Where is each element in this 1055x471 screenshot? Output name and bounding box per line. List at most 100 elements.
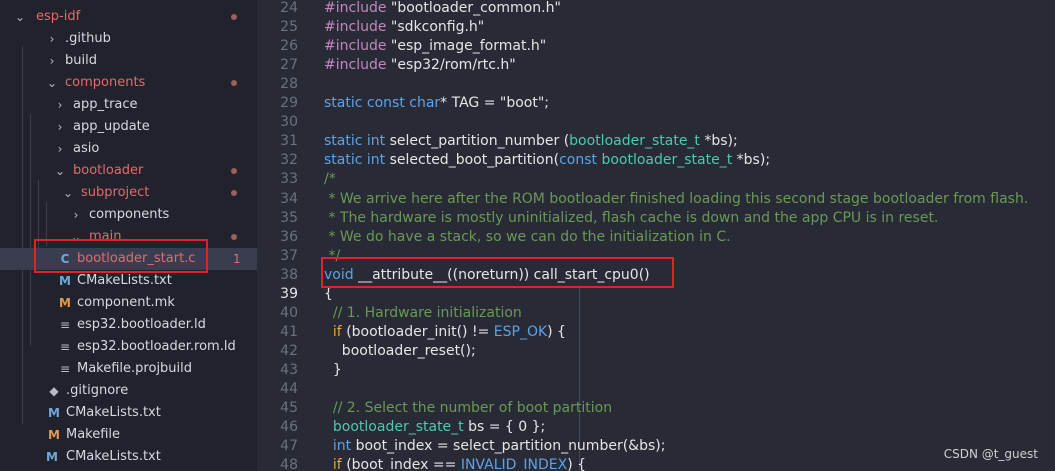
line-number: 35 xyxy=(280,209,298,226)
code-text: } xyxy=(324,361,342,380)
chevron-down-icon[interactable]: ⌄ xyxy=(46,72,58,94)
explorer-file-item[interactable]: ≡ esp32.bootloader.rom.ld xyxy=(0,336,257,358)
chevron-down-icon[interactable]: ⌄ xyxy=(14,6,26,28)
line-number: 42 xyxy=(280,342,298,359)
code-token: static int xyxy=(324,152,390,169)
code-token: "esp32/rom/rtc.h" xyxy=(390,57,516,74)
code-line[interactable]: 44 xyxy=(257,380,1055,399)
file-explorer: ⌄ esp-idf › .github › build ⌄ components › app_tr… xyxy=(0,0,257,471)
line-number: 25 xyxy=(280,19,298,36)
code-token: } xyxy=(324,361,342,378)
code-token: #include xyxy=(324,0,391,16)
code-line[interactable]: 32 static int selected_boot_partition(con… xyxy=(257,151,1055,170)
chevron-right-icon[interactable]: › xyxy=(54,116,66,138)
explorer-file-item[interactable]: M CMakeLists.txt xyxy=(0,402,257,424)
code-line[interactable]: 29 static const char* TAG = "boot"; xyxy=(257,94,1055,113)
explorer-folder-item[interactable]: ⌄ bootloader xyxy=(0,160,257,182)
explorer-item-label: bootloader xyxy=(73,163,144,178)
explorer-folder-item[interactable]: › app_update xyxy=(0,116,257,138)
code-line[interactable]: 27 #include "esp32/rom/rtc.h" xyxy=(257,56,1055,75)
explorer-item-label: components xyxy=(89,207,170,222)
line-number: 47 xyxy=(280,438,298,455)
explorer-file-item[interactable]: M CMakeLists.txt xyxy=(0,270,257,292)
code-token: bootloader_state_t xyxy=(601,152,737,169)
explorer-folder-item[interactable]: › build xyxy=(0,50,257,72)
explorer-file-item[interactable]: Mcomponent.mk xyxy=(0,292,257,314)
code-text: static int selected_boot_partition(const… xyxy=(324,151,770,170)
explorer-file-item[interactable]: ≡ esp32.bootloader.ld xyxy=(0,314,257,336)
chevron-right-icon[interactable]: › xyxy=(46,50,58,72)
code-line[interactable]: 41 if (bootloader_init() != ESP_OK) { xyxy=(257,323,1055,342)
code-line[interactable]: 47 int boot_index = select_partition_num… xyxy=(257,437,1055,456)
code-token: const xyxy=(559,152,602,169)
line-number: 38 xyxy=(280,266,298,283)
line-number: 32 xyxy=(280,152,298,169)
explorer-file-item[interactable]: M Makefile xyxy=(0,424,257,446)
code-line[interactable]: 34 * We arrive here after the ROM bootlo… xyxy=(257,190,1055,209)
code-line[interactable]: 48 if (boot_index == INVALID_INDEX) { xyxy=(257,456,1055,471)
explorer-file-item[interactable]: ◆ .gitignore xyxy=(0,380,257,402)
explorer-item-label: app_update xyxy=(73,119,150,134)
code-line[interactable]: 31 static int select_partition_number (bo… xyxy=(257,132,1055,151)
line-number: 29 xyxy=(280,95,298,112)
explorer-item-label: esp-idf xyxy=(36,9,81,24)
code-line[interactable]: 40 // 1. Hardware initialization xyxy=(257,304,1055,323)
chevron-down-icon[interactable]: ⌄ xyxy=(62,182,74,204)
problem-count-badge: 1 xyxy=(233,252,241,266)
code-token: * We do have a stack, so we can do the i… xyxy=(324,228,731,245)
code-line[interactable]: 25 #include "sdkconfig.h" xyxy=(257,18,1055,37)
code-line[interactable]: 30 xyxy=(257,113,1055,132)
chevron-right-icon[interactable]: › xyxy=(54,138,66,160)
explorer-folder-item[interactable]: › asio xyxy=(0,138,257,160)
explorer-folder-item[interactable]: ⌄ components xyxy=(0,72,257,94)
explorer-item-label: CMakeLists.txt xyxy=(66,405,161,420)
explorer-item-label: build xyxy=(65,53,97,68)
line-number: 37 xyxy=(280,247,298,264)
code-line[interactable]: 35 * The hardware is mostly uninitialize… xyxy=(257,209,1055,228)
cmake-file-icon: M xyxy=(48,428,60,442)
line-number: 34 xyxy=(280,190,298,207)
modified-dot xyxy=(231,168,237,174)
line-number: 39 xyxy=(280,285,298,302)
watermark: CSDN @t_guest xyxy=(943,447,1038,461)
code-token: *bs); xyxy=(736,152,771,169)
explorer-item-label: esp32.bootloader.ld xyxy=(77,317,206,332)
chevron-right-icon[interactable]: › xyxy=(70,204,82,226)
explorer-item-label: .gitignore xyxy=(66,383,129,398)
code-token: ) { xyxy=(567,457,587,471)
explorer-folder-item[interactable]: › .github xyxy=(0,28,257,50)
code-token: "sdkconfig.h" xyxy=(390,19,485,36)
code-line[interactable]: 43 } xyxy=(257,361,1055,380)
code-token: bootloader_state_t xyxy=(569,133,705,150)
code-line[interactable]: 36 * We do have a stack, so we can do th… xyxy=(257,228,1055,247)
code-line[interactable]: 28 xyxy=(257,75,1055,94)
code-line[interactable]: 46 bootloader_state_t bs = { 0 }; xyxy=(257,418,1055,437)
explorer-file-item[interactable]: ≡ Makefile.projbuild xyxy=(0,358,257,380)
code-line[interactable]: 42 bootloader_reset(); xyxy=(257,342,1055,361)
explorer-folder-item[interactable]: › app_trace xyxy=(0,94,257,116)
explorer-folder-item[interactable]: › components xyxy=(0,204,257,226)
line-number: 24 xyxy=(280,0,298,16)
code-line[interactable]: 45 // 2. Select the number of boot parti… xyxy=(257,399,1055,418)
text-file-icon: ≡ xyxy=(59,318,71,332)
code-text: if (boot_index == INVALID_INDEX) { xyxy=(324,456,586,471)
code-editor[interactable]: 24 #include "bootloader_common.h" 25 #inclu… xyxy=(257,0,1055,471)
code-line[interactable]: 33 /* xyxy=(257,170,1055,189)
chevron-right-icon[interactable]: › xyxy=(54,94,66,116)
explorer-folder-item[interactable]: ⌄ esp-idf xyxy=(0,6,257,28)
code-line[interactable]: 24 #include "bootloader_common.h" xyxy=(257,0,1055,18)
code-token: ) { xyxy=(547,323,566,340)
modified-dot xyxy=(231,80,237,86)
cmake-file-icon: M xyxy=(59,296,71,310)
chevron-down-icon[interactable]: ⌄ xyxy=(54,160,66,182)
explorer-file-item[interactable]: M CMakeLists.txt xyxy=(0,446,257,468)
code-token: static int xyxy=(324,133,390,150)
code-token: * We arrive here after the ROM bootloade… xyxy=(324,190,1029,207)
explorer-folder-item[interactable]: ⌄ subproject xyxy=(0,182,257,204)
explorer-item-label: asio xyxy=(73,141,100,156)
chevron-right-icon[interactable]: › xyxy=(46,28,58,50)
code-text: bootloader_state_t bs = { 0 }; xyxy=(324,418,545,437)
line-number: 33 xyxy=(280,171,298,188)
code-line[interactable]: 26 #include "esp_image_format.h" xyxy=(257,37,1055,56)
